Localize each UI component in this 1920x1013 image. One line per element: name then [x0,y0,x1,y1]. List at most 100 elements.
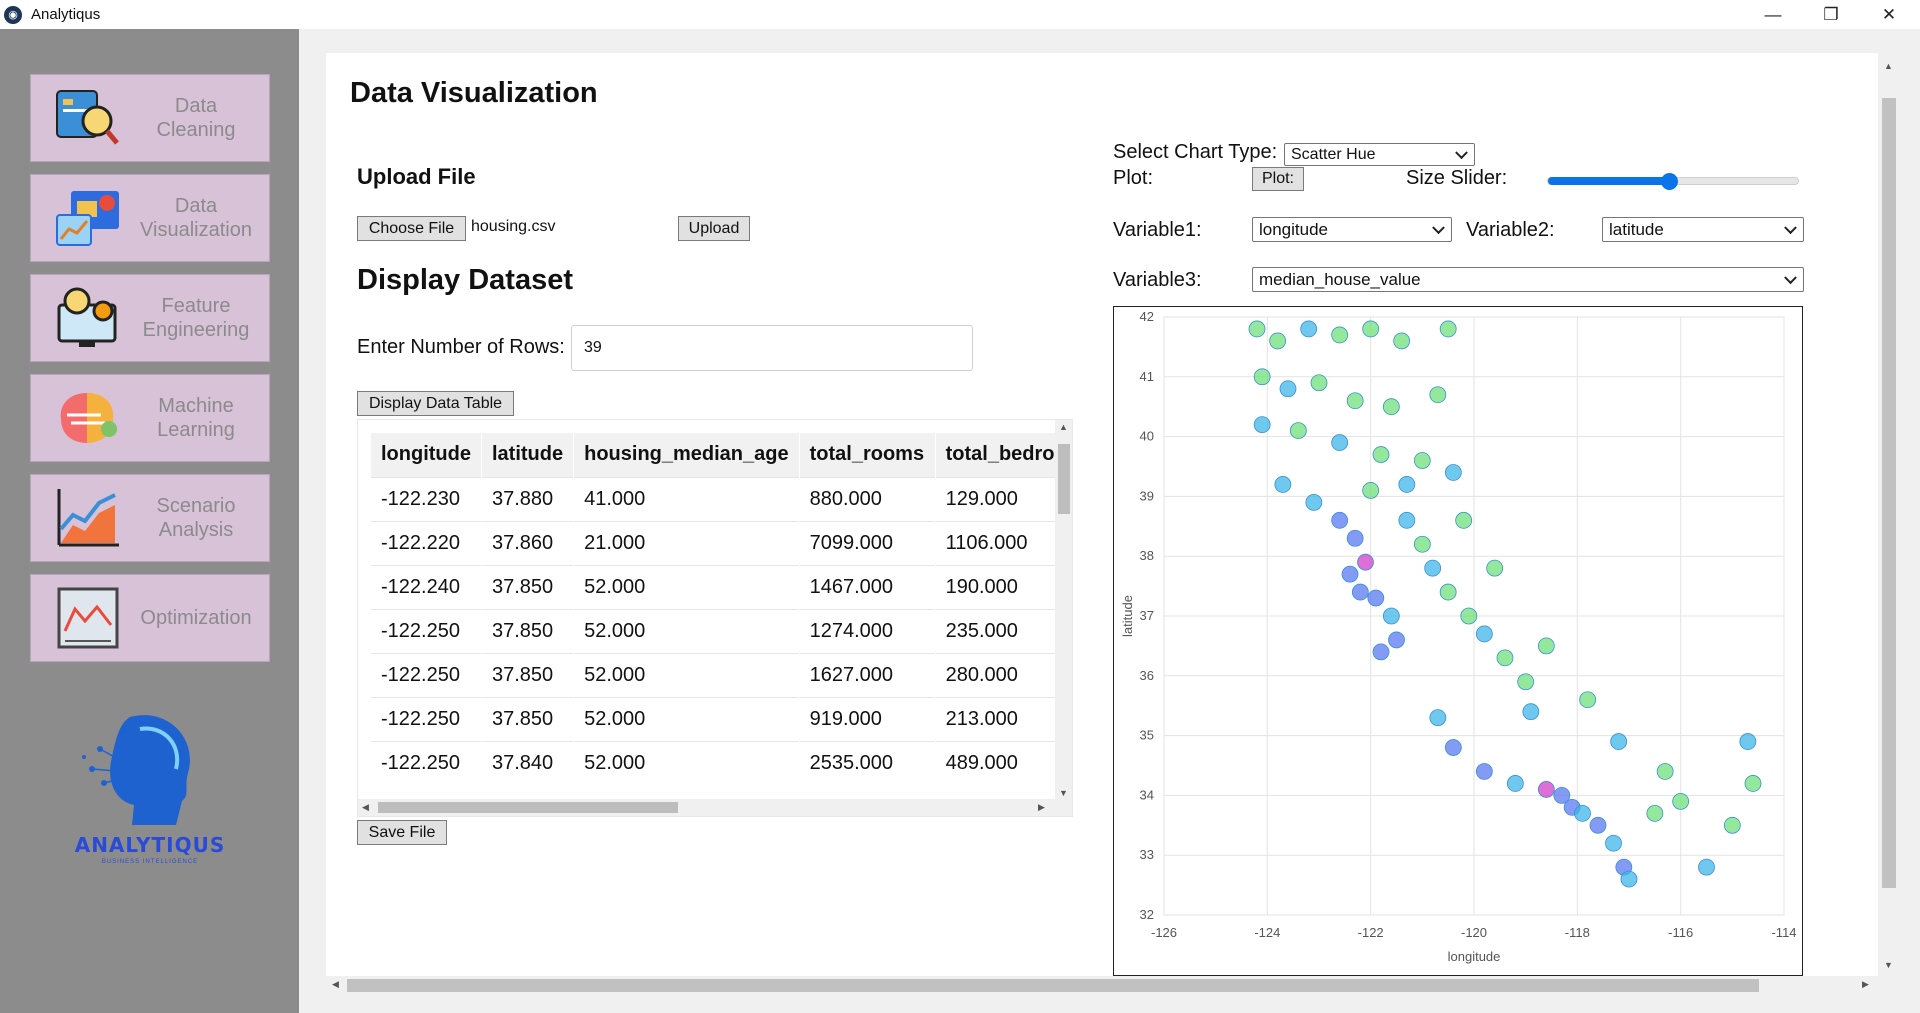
x-tick-label: -114 [1771,925,1796,940]
scroll-right-arrow-icon[interactable]: ▶ [1862,979,1869,990]
scatter-point [1357,553,1374,571]
variable2-select[interactable]: latitude [1602,217,1804,242]
sidebar-item-label: Data Cleaning [156,95,236,141]
sidebar: Data Cleaning Data Visualization Feature… [0,29,299,1013]
sidebar-item-label: Data Visualization [140,195,252,241]
scatter-point [1300,320,1318,338]
upload-button[interactable]: Upload [678,216,750,241]
scatter-point [1444,464,1462,481]
save-file-button[interactable]: Save File [357,820,447,845]
y-tick-label: 33 [1140,847,1154,862]
scatter-point [1744,775,1762,792]
size-slider-label: Size Slider: [1406,167,1508,189]
scatter-point [1605,834,1622,852]
scroll-up-arrow-icon[interactable]: ▲ [1059,422,1068,432]
table-cell: 52.000 [573,740,800,785]
variable1-value: longitude [1259,219,1329,239]
data-table-container[interactable]: longitude latitude housing_median_age to… [357,419,1073,817]
sidebar-item-feature-engineering[interactable]: Feature Engineering [30,274,270,362]
column-header: housing_median_age [573,433,800,477]
table-cell: 52.000 [573,652,800,697]
scatter-point [1429,386,1447,404]
sidebar-item-label: Optimization [140,607,252,629]
table-row: -122.250 37.840 52.000 2535.000 489.000 [371,740,1066,785]
sidebar-item-data-cleaning[interactable]: Data Cleaning [30,74,270,162]
scatter-point [1372,446,1390,463]
scatter-chart[interactable]: -126 -124 -122 -120 -118 -116 -114 32 33 34 35 36 37… [1113,306,1803,976]
variable3-select[interactable]: median_house_value [1252,267,1804,292]
scatter-point [1620,870,1638,888]
sidebar-item-label: Machine Learning [157,395,235,441]
scroll-left-arrow-icon[interactable]: ◀ [362,802,369,813]
y-tick-label: 39 [1140,488,1154,503]
scatter-point [1517,673,1535,691]
scatter-point [1506,775,1524,792]
variable1-select[interactable]: longitude [1252,217,1452,242]
scatter-point [1439,320,1457,338]
y-tick-label: 32 [1140,907,1154,922]
sidebar-item-machine-learning[interactable]: Machine Learning [30,374,270,462]
scroll-down-arrow-icon[interactable]: ▼ [1059,788,1068,798]
variable2-value: latitude [1609,219,1664,239]
scroll-right-arrow-icon[interactable]: ▶ [1038,802,1045,813]
table-vertical-scrollbar[interactable]: ▲ ▼ [1055,420,1072,800]
page-vertical-scrollbar[interactable]: ▲ ▼ [1878,53,1898,976]
x-tick-label: -126 [1151,925,1177,940]
table-cell: 919.000 [799,696,936,741]
restore-button[interactable]: ❐ [1802,0,1860,29]
table-horizontal-scroll-thumb[interactable] [378,802,678,813]
table-cell: 235.000 [935,608,1066,653]
brand-name: ANALYTIQUS [74,833,226,857]
scatter-point [1429,709,1447,727]
sidebar-item-data-visualization[interactable]: Data Visualization [30,174,270,262]
scatter-point [1289,422,1307,440]
table-horizontal-scrollbar[interactable]: ◀ ▶ [358,799,1072,816]
scatter-point [1398,476,1416,493]
sidebar-item-scenario-analysis[interactable]: Scenario Analysis [30,474,270,562]
table-vertical-scroll-thumb[interactable] [1058,444,1070,514]
rows-label: Enter Number of Rows: [357,336,565,358]
scroll-down-arrow-icon[interactable]: ▼ [1884,960,1893,970]
sidebar-item-optimization[interactable]: Optimization [30,574,270,662]
size-slider-fill [1548,177,1669,185]
rows-input[interactable]: 39 [571,325,973,371]
close-button[interactable]: ✕ [1860,0,1918,29]
scroll-up-arrow-icon[interactable]: ▲ [1884,61,1893,71]
table-row: -122.240 37.850 52.000 1467.000 190.000 [371,564,1066,609]
page-horizontal-scroll-thumb[interactable] [347,979,1759,992]
scatter-point [1444,739,1462,756]
minimize-button[interactable]: — [1744,0,1802,29]
scatter-point [1455,511,1473,529]
scroll-left-arrow-icon[interactable]: ◀ [332,979,339,990]
sidebar-item-label: Feature Engineering [142,295,250,341]
table-cell: 37.850 [481,652,575,697]
plot-button[interactable]: Plot: [1252,167,1304,191]
page-vertical-scroll-thumb[interactable] [1882,98,1896,888]
chevron-down-icon [1455,145,1468,159]
scatter-point [1398,511,1416,529]
table-cell: 1467.000 [799,564,936,609]
scatter-point [1439,583,1457,601]
scatter-point [1496,649,1514,667]
chevron-down-icon [1784,270,1797,284]
table-cell: 37.880 [481,476,575,521]
page-horizontal-scrollbar[interactable]: ◀ ▶ [326,976,1878,994]
column-header: longitude [371,433,482,477]
size-slider[interactable] [1547,173,1799,190]
display-data-table-button[interactable]: Display Data Table [357,391,514,416]
scatter-point [1589,816,1607,834]
table-cell: 21.000 [573,520,800,565]
feature-engineering-icon [57,287,117,347]
scatter-point [1274,476,1292,493]
y-axis-label: latitude [1120,595,1135,637]
scatter-point [1424,559,1442,577]
scatter-point [1413,452,1431,469]
x-tick-label: -122 [1358,925,1384,940]
choose-file-button[interactable]: Choose File [357,216,466,241]
y-tick-label: 35 [1140,728,1154,743]
y-tick-label: 42 [1140,309,1154,324]
scatter-point [1331,434,1349,451]
chart-type-select[interactable]: Scatter Hue [1284,143,1475,166]
size-slider-handle[interactable] [1660,173,1678,190]
scatter-point [1656,763,1674,780]
